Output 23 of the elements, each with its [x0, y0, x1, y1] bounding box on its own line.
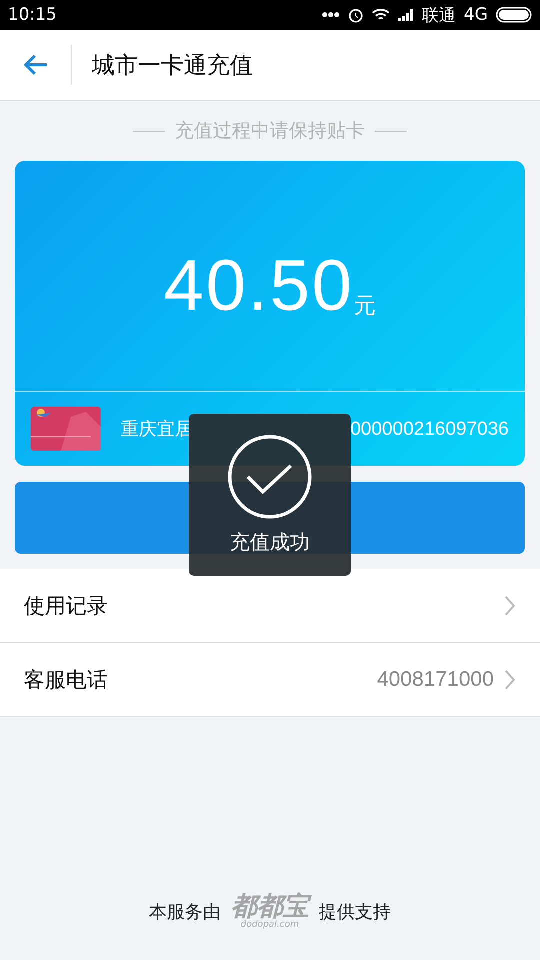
footer-text: 提供支持	[319, 901, 391, 924]
footer-text: 本服务由	[149, 901, 221, 924]
card-number: 000000216097036	[350, 418, 509, 441]
amount-text: 40.50	[164, 245, 354, 327]
toast-message: 充值成功	[230, 528, 310, 556]
alarm-icon	[348, 7, 364, 23]
carrier-label: 联通	[422, 4, 456, 26]
menu-item[interactable]: 客服电话 4008171000	[0, 642, 540, 716]
chevron-icon	[504, 594, 516, 616]
battery-icon	[496, 7, 532, 23]
menu-item[interactable]: 使用记录	[0, 569, 540, 642]
page-title: 城市一卡通充值	[92, 52, 253, 80]
more-icon	[322, 12, 340, 18]
network-label: 4G	[464, 5, 488, 25]
unit-text: 元	[354, 293, 376, 321]
arrow-icon	[22, 54, 48, 76]
wifi-icon	[372, 8, 390, 22]
chevron-icon	[504, 668, 516, 690]
signal-icon	[398, 9, 414, 21]
hint-text: 充值过程中请保持贴卡	[175, 119, 365, 144]
status-time: 10:15	[8, 5, 57, 25]
check-circle-icon	[228, 434, 312, 518]
phone-number: 4008171000	[377, 668, 494, 692]
